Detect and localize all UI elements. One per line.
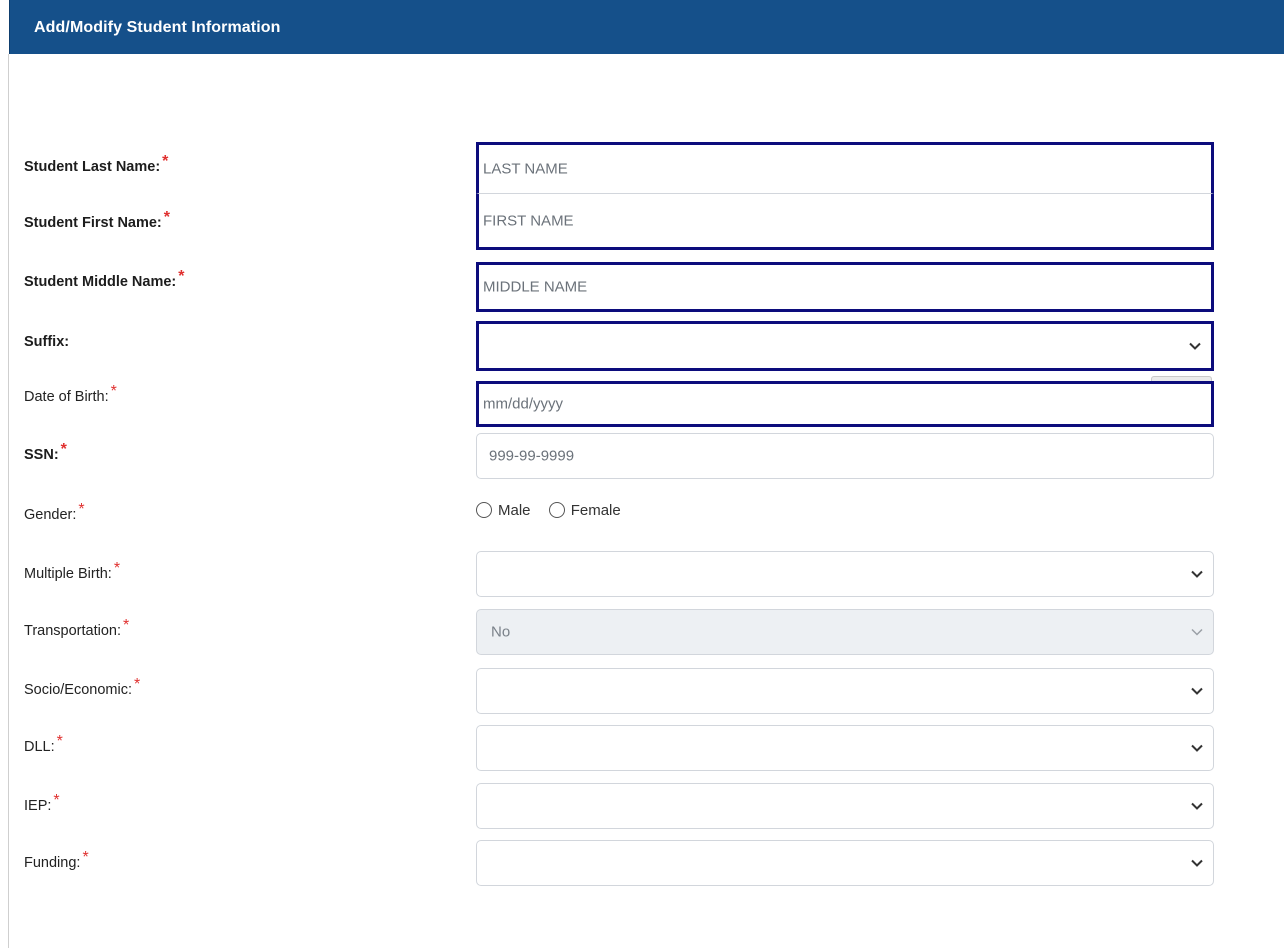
- ssn-placeholder: 999-99-9999: [489, 447, 575, 465]
- first-name-input[interactable]: FIRST NAME: [476, 194, 1214, 250]
- gender-female-radio[interactable]: [548, 502, 565, 518]
- gender-label: Gender: *: [24, 501, 85, 523]
- dll-label: DLL: *: [24, 733, 63, 755]
- socio-economic-label: Socio/Economic: *: [24, 676, 141, 698]
- transportation-value: No: [491, 623, 511, 641]
- page-title: Add/Modify Student Information: [34, 19, 281, 36]
- form-header: Add/Modify Student Information: [9, 0, 1284, 54]
- dll-select[interactable]: [476, 725, 1214, 771]
- iep-label: IEP: *: [24, 792, 60, 814]
- required-marker: *: [78, 501, 85, 518]
- required-marker: *: [113, 560, 121, 577]
- chevron-down-icon: [1191, 859, 1203, 867]
- chevron-down-icon: [1191, 744, 1203, 752]
- last-name-label: Student Last Name: *: [24, 153, 169, 175]
- middle-name-label: Student Middle Name: *: [24, 268, 185, 290]
- socio-economic-select[interactable]: [476, 668, 1214, 714]
- suffix-label: Suffix:: [24, 334, 70, 350]
- required-marker: *: [53, 792, 60, 809]
- required-marker: *: [82, 849, 89, 866]
- chevron-down-icon: [1191, 802, 1203, 810]
- left-border: [8, 54, 9, 948]
- multiple-birth-select[interactable]: [476, 551, 1214, 597]
- dob-placeholder: mm/dd/yyyy: [483, 395, 564, 413]
- ssn-label: SSN: *: [24, 441, 67, 463]
- required-marker: *: [178, 268, 185, 285]
- gender-male-label[interactable]: Male: [498, 502, 531, 519]
- first-name-placeholder: FIRST NAME: [483, 212, 574, 229]
- suffix-select[interactable]: [476, 321, 1214, 371]
- last-name-input[interactable]: LAST NAME: [476, 142, 1214, 194]
- funding-select[interactable]: [476, 840, 1214, 886]
- ssn-input[interactable]: 999-99-9999: [476, 433, 1214, 479]
- middle-name-input[interactable]: MIDDLE NAME: [476, 262, 1214, 312]
- chevron-down-icon: [1191, 570, 1203, 578]
- chevron-down-icon: [1189, 342, 1201, 350]
- funding-label: Funding: *: [24, 849, 89, 871]
- dob-label: Date of Birth: *: [24, 383, 117, 405]
- required-marker: *: [110, 383, 117, 400]
- middle-name-placeholder: MIDDLE NAME: [483, 278, 588, 296]
- required-marker: *: [163, 209, 170, 226]
- required-marker: *: [56, 733, 63, 750]
- iep-select[interactable]: [476, 783, 1214, 829]
- chevron-down-icon: [1191, 628, 1203, 636]
- transportation-select: No: [476, 609, 1214, 655]
- chevron-down-icon: [1191, 687, 1203, 695]
- required-marker: *: [60, 441, 67, 458]
- first-name-label: Student First Name: *: [24, 209, 170, 231]
- last-name-placeholder: LAST NAME: [483, 160, 568, 178]
- dob-input[interactable]: mm/dd/yyyy: [476, 381, 1214, 427]
- required-marker: *: [122, 617, 130, 634]
- gender-radio-group: Male Female: [476, 502, 635, 524]
- transportation-label: Transportation: *: [24, 617, 130, 639]
- gender-male-radio[interactable]: [476, 502, 492, 518]
- gender-female-label[interactable]: Female: [571, 502, 621, 519]
- multiple-birth-label: Multiple Birth: *: [24, 560, 121, 582]
- required-marker: *: [162, 153, 169, 170]
- required-marker: *: [134, 676, 141, 693]
